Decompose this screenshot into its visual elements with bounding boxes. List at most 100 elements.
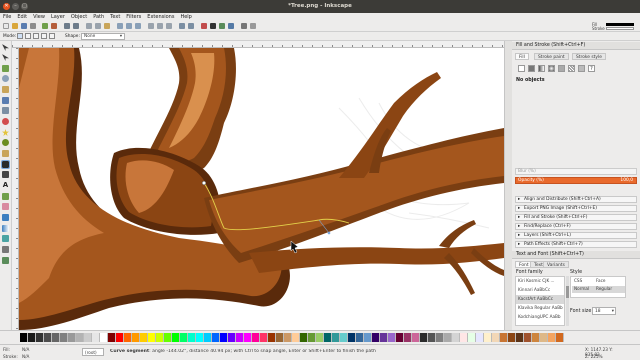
tweak-tool-icon[interactable] bbox=[2, 65, 9, 72]
mode-regular-bezier-button[interactable] bbox=[17, 33, 23, 39]
palette-swatch[interactable] bbox=[524, 333, 532, 342]
group-icon[interactable] bbox=[179, 23, 185, 29]
palette-swatch[interactable] bbox=[316, 333, 324, 342]
pattern-button[interactable] bbox=[568, 65, 575, 72]
dropper-tool-icon[interactable] bbox=[2, 246, 9, 253]
menu-extensions[interactable]: Extensions bbox=[147, 14, 174, 20]
palette-swatch[interactable] bbox=[404, 333, 412, 342]
text-tool-icon[interactable]: A bbox=[2, 182, 9, 189]
ellipse-tool-icon[interactable] bbox=[2, 118, 9, 125]
palette-swatch[interactable] bbox=[300, 333, 308, 342]
spiral-tool-icon[interactable] bbox=[2, 139, 9, 146]
no-paint-button[interactable] bbox=[518, 65, 525, 72]
align-distribute-collapsed[interactable]: Align and Distribute (Shift+Ctrl+A) bbox=[515, 196, 637, 203]
palette-swatch[interactable] bbox=[244, 333, 252, 342]
palette-swatch[interactable] bbox=[348, 333, 356, 342]
drawing-canvas[interactable] bbox=[19, 48, 504, 330]
fill-stroke-dialog-icon[interactable] bbox=[201, 23, 207, 29]
palette-swatch[interactable] bbox=[20, 333, 28, 342]
palette-swatch[interactable] bbox=[364, 333, 372, 342]
palette-swatch[interactable] bbox=[500, 333, 508, 342]
duplicate-icon[interactable] bbox=[148, 23, 154, 29]
node-tool-icon[interactable] bbox=[2, 54, 9, 61]
palette-swatch[interactable] bbox=[252, 333, 260, 342]
text-font-dialog-header[interactable]: Text and Font (Shift+Ctrl+T) bbox=[512, 251, 640, 259]
menu-filters[interactable]: Filters bbox=[126, 14, 141, 20]
tab-stroke-paint[interactable]: Stroke paint bbox=[534, 53, 569, 60]
linear-gradient-button[interactable] bbox=[538, 65, 545, 72]
clone-icon[interactable] bbox=[157, 23, 163, 29]
blur-row[interactable]: Blur (%) bbox=[515, 168, 637, 175]
layers-collapsed[interactable]: Layers (Shift+Ctrl+L) bbox=[515, 232, 637, 239]
palette-swatch[interactable] bbox=[180, 333, 188, 342]
rectangle-tool-icon[interactable] bbox=[2, 97, 9, 104]
mode-spiro-button[interactable] bbox=[25, 33, 31, 39]
measure-tool-icon[interactable] bbox=[2, 86, 9, 93]
mesh-gradient-button[interactable] bbox=[558, 65, 565, 72]
pen-tool-icon[interactable] bbox=[1, 160, 10, 169]
menu-text[interactable]: Text bbox=[110, 14, 120, 20]
palette-swatch[interactable] bbox=[36, 333, 44, 342]
palette-swatch[interactable] bbox=[76, 333, 84, 342]
palette-swatch[interactable] bbox=[220, 333, 228, 342]
star-tool-icon[interactable] bbox=[2, 129, 9, 136]
swatch-button[interactable] bbox=[578, 65, 585, 72]
palette-swatch[interactable] bbox=[468, 333, 476, 342]
fill-stroke-dialog-header[interactable]: Fill and Stroke (Shift+Ctrl+F) bbox=[512, 42, 640, 50]
menu-layer[interactable]: Layer bbox=[51, 14, 65, 20]
menu-file[interactable]: File bbox=[3, 14, 11, 20]
align-distribute-icon[interactable] bbox=[228, 23, 234, 29]
dock-handle[interactable] bbox=[504, 41, 512, 330]
zoom-drawing-icon[interactable] bbox=[126, 23, 132, 29]
palette-swatch[interactable] bbox=[148, 333, 156, 342]
palette-swatch[interactable] bbox=[508, 333, 516, 342]
palette-swatch[interactable] bbox=[420, 333, 428, 342]
mode-bspline-button[interactable] bbox=[33, 33, 39, 39]
xml-editor-icon[interactable] bbox=[219, 23, 225, 29]
fill-stroke-collapsed[interactable]: Fill and Stroke (Shift+Ctrl+F) bbox=[515, 214, 637, 221]
font-list-scrollbar[interactable] bbox=[566, 276, 569, 326]
palette-swatch[interactable] bbox=[292, 333, 300, 342]
palette-swatch[interactable] bbox=[412, 333, 420, 342]
palette-swatch[interactable] bbox=[388, 333, 396, 342]
palette-swatch[interactable] bbox=[44, 333, 52, 342]
eraser-tool-icon[interactable] bbox=[2, 203, 9, 210]
pen-node[interactable] bbox=[201, 180, 207, 186]
gradient-tool-icon[interactable] bbox=[2, 225, 9, 232]
font-list-item[interactable]: KacstArt AaBbCc bbox=[516, 295, 564, 304]
fill-swatch[interactable] bbox=[606, 23, 634, 26]
new-document-icon[interactable] bbox=[3, 23, 9, 29]
menu-path[interactable]: Path bbox=[93, 14, 104, 20]
palette-swatch[interactable] bbox=[460, 333, 468, 342]
save-icon[interactable] bbox=[21, 23, 27, 29]
palette-swatch[interactable] bbox=[124, 333, 132, 342]
export-icon[interactable] bbox=[51, 23, 57, 29]
import-icon[interactable] bbox=[42, 23, 48, 29]
palette-swatch[interactable] bbox=[52, 333, 60, 342]
flat-color-button[interactable] bbox=[528, 65, 535, 72]
font-list-item[interactable]: Klavika Regular AaBb bbox=[516, 304, 564, 313]
palette-swatch[interactable] bbox=[444, 333, 452, 342]
find-replace-collapsed[interactable]: Find/Replace (Ctrl+F) bbox=[515, 223, 637, 230]
tab-fill[interactable]: Fill bbox=[515, 53, 529, 60]
style-row-selected[interactable]: Normal Regular bbox=[572, 286, 625, 293]
font-list-item[interactable]: Kinnari AaBbCc bbox=[516, 286, 564, 295]
palette-swatch[interactable] bbox=[356, 333, 364, 342]
palette-swatch[interactable] bbox=[204, 333, 212, 342]
palette-swatch[interactable] bbox=[132, 333, 140, 342]
palette-swatch[interactable] bbox=[188, 333, 196, 342]
selector-tool-icon[interactable] bbox=[2, 44, 9, 51]
palette-swatch[interactable] bbox=[196, 333, 204, 342]
unset-paint-button[interactable]: ? bbox=[588, 65, 595, 72]
palette-swatch[interactable] bbox=[100, 333, 108, 342]
palette-swatch[interactable] bbox=[84, 333, 92, 342]
calligraphy-tool-icon[interactable] bbox=[2, 171, 9, 178]
palette-swatch[interactable] bbox=[340, 333, 348, 342]
pencil-tool-icon[interactable] bbox=[2, 150, 9, 157]
menu-help[interactable]: Help bbox=[180, 14, 191, 20]
zoom-page-icon[interactable] bbox=[135, 23, 141, 29]
palette-swatch[interactable] bbox=[532, 333, 540, 342]
palette-swatch[interactable] bbox=[428, 333, 436, 342]
palette-swatch[interactable] bbox=[540, 333, 548, 342]
palette-swatch[interactable] bbox=[260, 333, 268, 342]
